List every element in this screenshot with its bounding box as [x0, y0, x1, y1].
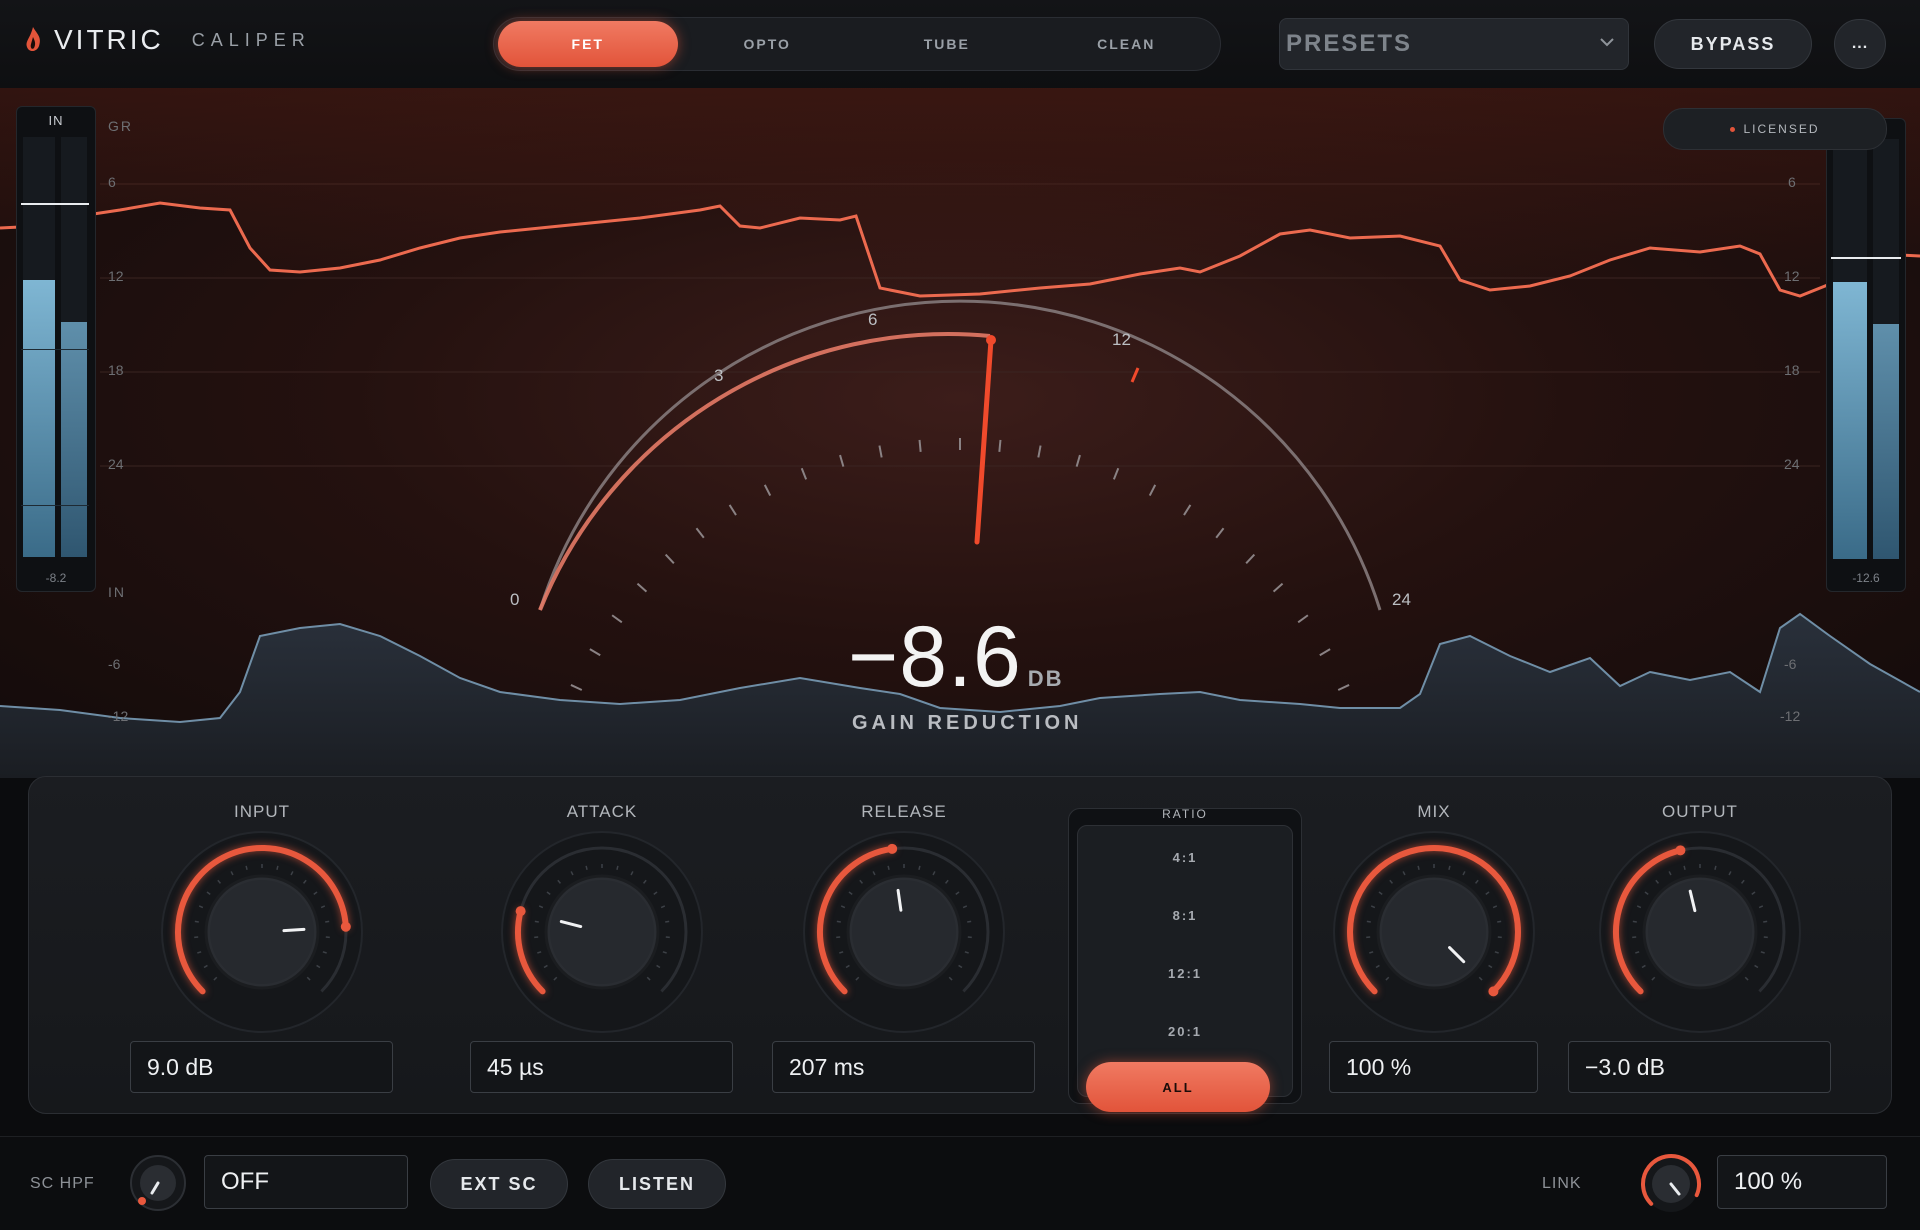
dial-tick	[571, 685, 582, 690]
output-label: OUTPUT	[1590, 802, 1810, 822]
mode-opto[interactable]: OPTO	[678, 21, 858, 67]
product-name: CALIPER	[192, 30, 311, 51]
more-menu-button[interactable]: ...	[1834, 19, 1886, 69]
attack-knob[interactable]	[498, 828, 706, 1036]
sidechain-bar: SC HPF OFF EXT SC LISTEN LINK 100 %	[0, 1136, 1920, 1230]
flame-logo-icon	[22, 25, 44, 55]
brand-name: VITRIC	[54, 24, 164, 56]
dial-tick	[765, 485, 770, 496]
ratio-option-4-1[interactable]: 4:1	[1078, 850, 1292, 865]
dial-tick	[1274, 584, 1283, 592]
dial-tick	[637, 584, 646, 592]
mode-clean[interactable]: CLEAN	[1037, 21, 1217, 67]
dial-tick	[1298, 615, 1308, 622]
dial-tick	[879, 446, 881, 458]
dial-tick	[1077, 455, 1080, 467]
mode-tube[interactable]: TUBE	[857, 21, 1037, 67]
release-value-field[interactable]: 207 ms	[772, 1041, 1035, 1093]
sc-hpf-label: SC HPF	[30, 1175, 95, 1193]
dial-needle	[977, 340, 991, 542]
input-value-field[interactable]: 9.0 dB	[130, 1041, 393, 1093]
dial-tick	[666, 555, 674, 564]
dial-tick	[1320, 649, 1330, 655]
dial-tick	[590, 649, 600, 655]
dial-tick	[1184, 505, 1190, 515]
dial-tick	[612, 615, 622, 622]
dial-tick	[1114, 468, 1118, 479]
ratio-option-all[interactable]: ALL	[1086, 1062, 1270, 1112]
input-knob[interactable]	[158, 828, 366, 1036]
dial-tick-label: 6	[868, 310, 877, 330]
mode-selector: FET OPTO TUBE CLEAN	[493, 17, 1221, 71]
ratio-title: RATIO	[1069, 807, 1301, 821]
dial-tick	[1246, 555, 1254, 564]
dial-tick	[802, 468, 806, 479]
dial-tick	[1150, 485, 1155, 496]
attack-label: ATTACK	[492, 802, 712, 822]
gain-reduction-label: GAIN REDUCTION	[852, 712, 1082, 735]
release-knob[interactable]	[800, 828, 1008, 1036]
presets-label: PRESETS	[1286, 30, 1412, 58]
release-label: RELEASE	[794, 802, 1014, 822]
dial-tick	[730, 505, 736, 515]
mode-fet[interactable]: FET	[498, 21, 678, 67]
mix-label: MIX	[1324, 802, 1544, 822]
mix-knob[interactable]	[1330, 828, 1538, 1036]
presets-dropdown[interactable]: PRESETS	[1279, 18, 1629, 70]
dial-tick	[1338, 685, 1349, 690]
chevron-down-icon	[1598, 33, 1616, 51]
dial-tick-label: 12	[1112, 330, 1131, 350]
gain-reduction-display: GR 6 12 18 24 IN -6 -12 6 12 18 24 -6 -1…	[0, 88, 1920, 778]
dial-tick-label: 0	[510, 590, 519, 610]
output-knob[interactable]	[1596, 828, 1804, 1036]
ratio-option-12-1[interactable]: 12:1	[1078, 966, 1292, 981]
bypass-button[interactable]: BYPASS	[1654, 19, 1812, 69]
dial-tick	[920, 440, 921, 452]
link-knob[interactable]	[1636, 1149, 1706, 1219]
ratio-option-8-1[interactable]: 8:1	[1078, 908, 1292, 923]
link-value-field[interactable]: 100 %	[1717, 1155, 1887, 1209]
dial-tick-label: 3	[714, 366, 723, 386]
input-label: INPUT	[152, 802, 372, 822]
sc-hpf-value-field[interactable]: OFF	[204, 1155, 408, 1209]
dial-tick	[840, 455, 843, 467]
ratio-selector: RATIO 4:1 8:1 12:1 20:1 ALL	[1068, 808, 1302, 1104]
dial-tick	[999, 440, 1000, 452]
attack-value-field[interactable]: 45 µs	[470, 1041, 733, 1093]
top-bar: VITRIC CALIPER FET OPTO TUBE CLEAN PRESE…	[0, 0, 1920, 89]
listen-button[interactable]: LISTEN	[588, 1159, 726, 1209]
gain-reduction-unit: DB	[1028, 666, 1064, 692]
mix-value-field[interactable]: 100 %	[1329, 1041, 1538, 1093]
dial-tick	[696, 528, 703, 537]
link-label: LINK	[1542, 1175, 1582, 1193]
dial-tick	[1038, 446, 1040, 458]
dial-tick	[1216, 528, 1223, 537]
sc-hpf-knob[interactable]	[128, 1153, 188, 1213]
gain-reduction-readout: −8.6 DB	[848, 608, 1064, 707]
gain-reduction-value: −8.6	[848, 608, 1022, 707]
ratio-option-20-1[interactable]: 20:1	[1078, 1024, 1292, 1039]
output-value-field[interactable]: −3.0 dB	[1568, 1041, 1831, 1093]
dial-tick-label: 24	[1392, 590, 1411, 610]
ext-sc-button[interactable]: EXT SC	[430, 1159, 568, 1209]
brand: VITRIC CALIPER	[22, 24, 311, 56]
